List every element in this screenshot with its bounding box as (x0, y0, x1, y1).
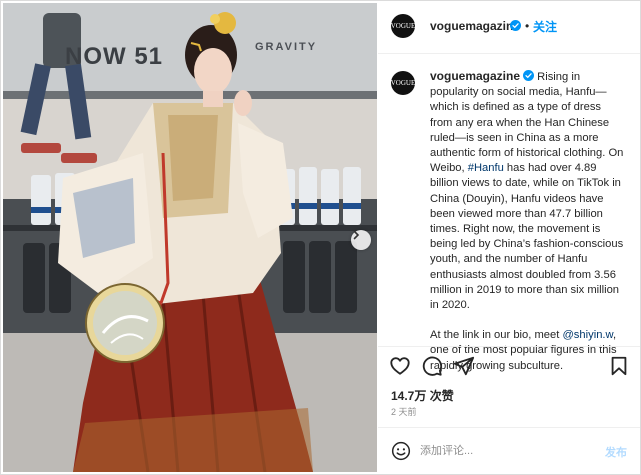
verified-badge-icon (510, 20, 521, 31)
paper-plane-icon[interactable] (453, 355, 475, 377)
smiley-icon[interactable] (391, 441, 411, 461)
post-comment-button[interactable]: 发布 (605, 444, 627, 460)
follow-button[interactable]: 关注 (533, 18, 557, 35)
caption-text: voguemagazine Rising in popularity on so… (430, 69, 626, 374)
hashtag-link[interactable]: #Hanfu (468, 162, 504, 174)
background-sign-text: NOW 51 (65, 43, 164, 70)
caption-body-2: has had over 4.89 billion views to date,… (430, 162, 624, 312)
action-bar (378, 346, 640, 381)
mention-link[interactable]: @shiyin.w (562, 329, 613, 341)
caption-area: VOGUE voguemagazine Rising in popularity… (378, 54, 640, 372)
separator-dot: • (525, 19, 530, 33)
carousel-next-button[interactable] (351, 230, 371, 250)
post-side-panel: VOGUE voguemagazine • 关注 VOGUE voguemaga… (378, 1, 640, 474)
heart-icon[interactable] (389, 355, 411, 377)
comment-input[interactable] (420, 442, 590, 460)
comment-icon[interactable] (421, 355, 443, 377)
chevron-right-icon (353, 230, 360, 240)
instagram-post-window: NOW 51 GRAVITY VOGUE voguemagazine • 关注 … (0, 0, 641, 475)
post-header: VOGUE voguemagazine • 关注 (378, 1, 640, 54)
verified-badge-icon (523, 70, 535, 81)
caption-body-3: At the link in our bio, meet (430, 329, 563, 342)
likes-count[interactable]: 14.7万 次赞 (391, 387, 454, 404)
hanfu-photo-illustration (3, 3, 377, 472)
comment-bar: 发布 (378, 427, 640, 475)
bookmark-icon[interactable] (608, 355, 630, 377)
caption-username-link[interactable]: voguemagazine (430, 69, 520, 83)
post-photo[interactable]: NOW 51 GRAVITY (3, 3, 377, 472)
caption-body-1: Rising in popularity on social media, Ha… (430, 71, 624, 175)
post-timestamp[interactable]: 2 天前 (391, 405, 417, 418)
avatar[interactable]: VOGUE (391, 71, 415, 95)
avatar[interactable]: VOGUE (391, 14, 415, 38)
background-logo-text: GRAVITY (255, 41, 318, 53)
username-link[interactable]: voguemagazine (430, 19, 520, 33)
